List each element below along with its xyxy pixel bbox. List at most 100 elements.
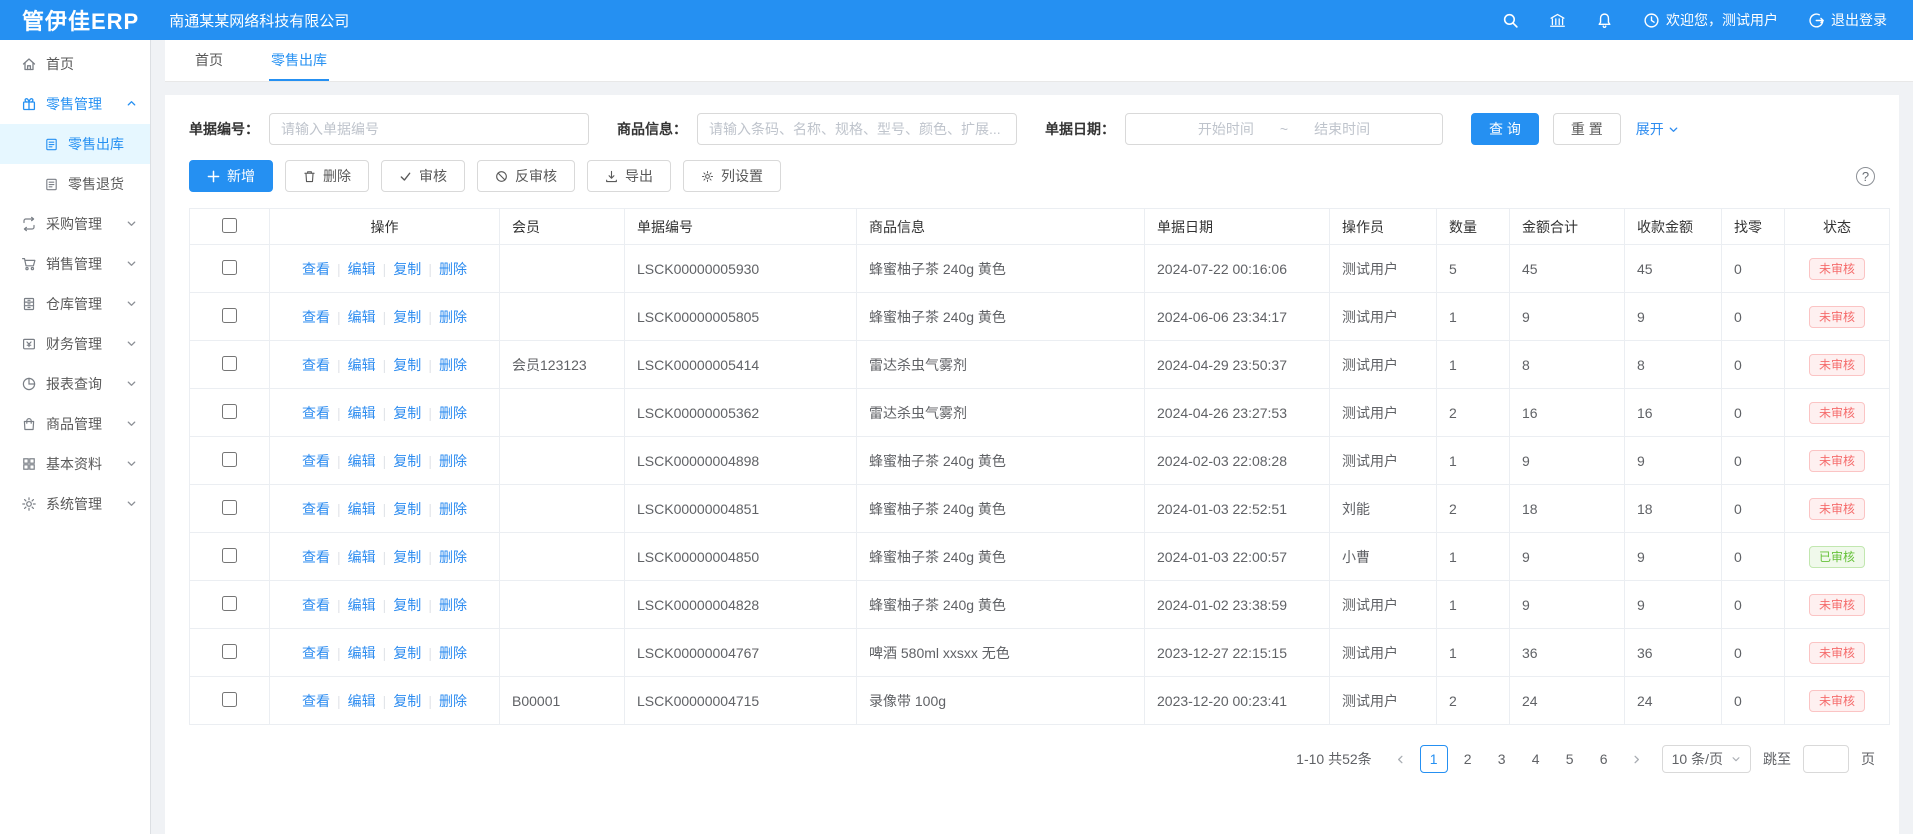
cell-amount: 8 (1510, 341, 1625, 389)
sidebar-nav: 首页 零售管理 零售出库 零售退货 采购管理 (0, 40, 151, 834)
row-action-view[interactable]: 查看 (301, 693, 331, 709)
product-input[interactable] (697, 113, 1017, 145)
row-checkbox[interactable] (222, 644, 237, 659)
row-action-edit[interactable]: 编辑 (347, 693, 377, 709)
row-action-edit[interactable]: 编辑 (347, 645, 377, 661)
row-action-delete[interactable]: 删除 (438, 309, 468, 325)
sidebar-item-finance-management[interactable]: 财务管理 (0, 324, 150, 364)
plus-icon (207, 170, 220, 183)
row-action-delete[interactable]: 删除 (438, 261, 468, 277)
date-range-picker[interactable]: 开始时间 ~ 结束时间 (1125, 113, 1443, 145)
sidebar-item-report-query[interactable]: 报表查询 (0, 364, 150, 404)
sidebar-item-warehouse-management[interactable]: 仓库管理 (0, 284, 150, 324)
row-action-edit[interactable]: 编辑 (347, 549, 377, 565)
sidebar-item-basic-data[interactable]: 基本资料 (0, 444, 150, 484)
row-action-copy[interactable]: 复制 (392, 453, 422, 469)
row-checkbox[interactable] (222, 500, 237, 515)
row-action-copy[interactable]: 复制 (392, 549, 422, 565)
row-action-view[interactable]: 查看 (301, 405, 331, 421)
tab-retail-outbound[interactable]: 零售出库 (269, 40, 329, 81)
sidebar-item-sales-management[interactable]: 销售管理 (0, 244, 150, 284)
column-settings-button[interactable]: 列设置 (683, 160, 781, 192)
bell-icon[interactable] (1596, 12, 1613, 29)
help-icon[interactable]: ? (1856, 167, 1875, 186)
chevron-up-icon (126, 96, 137, 112)
export-button[interactable]: 导出 (587, 160, 671, 192)
unaudit-button[interactable]: 反审核 (477, 160, 575, 192)
delete-button[interactable]: 删除 (285, 160, 369, 192)
row-action-delete[interactable]: 删除 (438, 501, 468, 517)
search-icon[interactable] (1502, 12, 1519, 29)
row-action-copy[interactable]: 复制 (392, 693, 422, 709)
row-action-delete[interactable]: 删除 (438, 405, 468, 421)
row-checkbox[interactable] (222, 452, 237, 467)
welcome-user[interactable]: 欢迎您，测试用户 (1643, 10, 1778, 30)
sidebar-item-goods-management[interactable]: 商品管理 (0, 404, 150, 444)
row-action-edit[interactable]: 编辑 (347, 597, 377, 613)
page-size-select[interactable]: 10 条/页 (1662, 745, 1751, 773)
tab-home[interactable]: 首页 (193, 40, 225, 81)
sidebar-item-retail-return[interactable]: 零售退货 (0, 164, 150, 204)
row-action-view[interactable]: 查看 (301, 645, 331, 661)
add-button[interactable]: 新增 (189, 160, 273, 192)
sidebar-item-retail-management[interactable]: 零售管理 (0, 84, 150, 124)
page-button-1[interactable]: 1 (1420, 745, 1448, 773)
page-button-2[interactable]: 2 (1454, 745, 1482, 773)
row-action-copy[interactable]: 复制 (392, 597, 422, 613)
row-action-copy[interactable]: 复制 (392, 501, 422, 517)
row-action-copy[interactable]: 复制 (392, 309, 422, 325)
row-action-copy[interactable]: 复制 (392, 405, 422, 421)
row-action-edit[interactable]: 编辑 (347, 261, 377, 277)
row-checkbox[interactable] (222, 692, 237, 707)
row-action-edit[interactable]: 编辑 (347, 453, 377, 469)
row-checkbox[interactable] (222, 596, 237, 611)
row-action-delete[interactable]: 删除 (438, 693, 468, 709)
sidebar-item-retail-outbound[interactable]: 零售出库 (0, 124, 150, 164)
sidebar-item-purchase-management[interactable]: 采购管理 (0, 204, 150, 244)
row-action-view[interactable]: 查看 (301, 357, 331, 373)
search-button[interactable]: 查 询 (1471, 113, 1539, 145)
row-checkbox[interactable] (222, 308, 237, 323)
row-action-edit[interactable]: 编辑 (347, 405, 377, 421)
page-button-6[interactable]: 6 (1590, 745, 1618, 773)
page-button-4[interactable]: 4 (1522, 745, 1550, 773)
row-action-delete[interactable]: 删除 (438, 357, 468, 373)
bill-no-input[interactable] (269, 113, 589, 145)
row-action-delete[interactable]: 删除 (438, 549, 468, 565)
row-action-view[interactable]: 查看 (301, 453, 331, 469)
row-action-view[interactable]: 查看 (301, 309, 331, 325)
row-action-copy[interactable]: 复制 (392, 645, 422, 661)
prev-page-icon[interactable] (1388, 745, 1414, 773)
next-page-icon[interactable] (1624, 745, 1650, 773)
row-action-copy[interactable]: 复制 (392, 261, 422, 277)
filter-bill-no: 单据编号： (189, 113, 589, 145)
row-checkbox[interactable] (222, 356, 237, 371)
row-action-delete[interactable]: 删除 (438, 453, 468, 469)
row-action-view[interactable]: 查看 (301, 501, 331, 517)
audit-button[interactable]: 审核 (381, 160, 465, 192)
row-action-delete[interactable]: 删除 (438, 597, 468, 613)
row-action-view[interactable]: 查看 (301, 261, 331, 277)
row-checkbox[interactable] (222, 404, 237, 419)
select-all-checkbox[interactable] (222, 218, 237, 233)
row-action-edit[interactable]: 编辑 (347, 357, 377, 373)
row-action-view[interactable]: 查看 (301, 597, 331, 613)
bank-icon[interactable] (1549, 12, 1566, 29)
sidebar-item-system-management[interactable]: 系统管理 (0, 484, 150, 524)
row-action-edit[interactable]: 编辑 (347, 309, 377, 325)
cell-product: 蜂蜜柚子茶 240g 黄色 (857, 533, 1145, 581)
row-checkbox[interactable] (222, 548, 237, 563)
reset-button[interactable]: 重 置 (1553, 113, 1621, 145)
row-checkbox[interactable] (222, 260, 237, 275)
jump-page-input[interactable] (1803, 745, 1849, 773)
page-button-5[interactable]: 5 (1556, 745, 1584, 773)
row-action-edit[interactable]: 编辑 (347, 501, 377, 517)
row-action-copy[interactable]: 复制 (392, 357, 422, 373)
document-icon (44, 177, 59, 192)
row-action-delete[interactable]: 删除 (438, 645, 468, 661)
row-action-view[interactable]: 查看 (301, 549, 331, 565)
expand-link[interactable]: 展开 (1636, 119, 1679, 139)
logout-button[interactable]: 退出登录 (1808, 10, 1887, 30)
page-button-3[interactable]: 3 (1488, 745, 1516, 773)
sidebar-item-home[interactable]: 首页 (0, 44, 150, 84)
